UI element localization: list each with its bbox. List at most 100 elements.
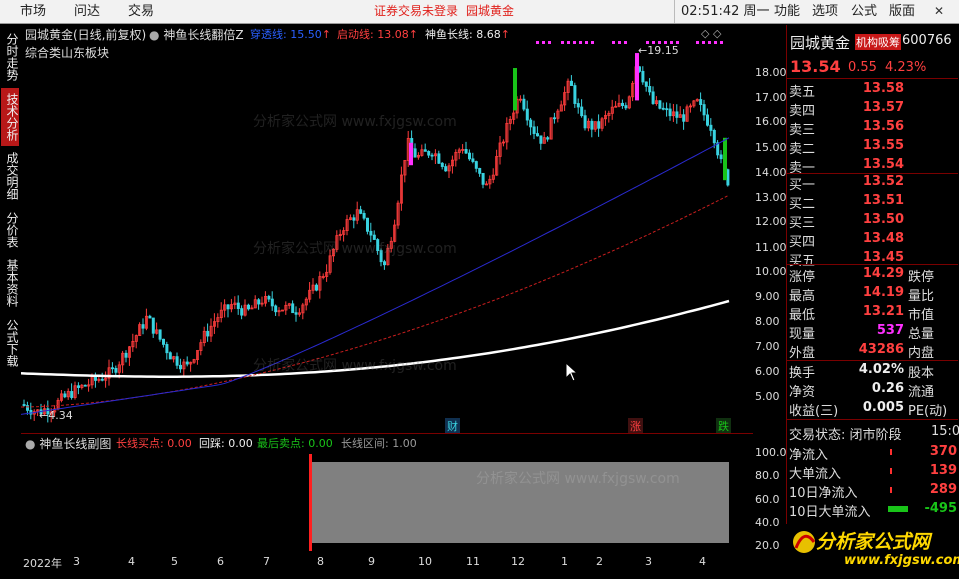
menu-stock-name: 园城黄金 (466, 4, 515, 18)
date-tick: 12 (511, 555, 525, 568)
candle (566, 78, 570, 101)
watermark-3: 分析家公式网 www.fxjgsw.com (253, 358, 457, 374)
candle (297, 308, 301, 317)
menu-options[interactable]: 选项 (812, 0, 838, 23)
chart-controls[interactable]: ◇ ◇ (701, 27, 721, 40)
menu-trade[interactable]: 交易 (128, 0, 154, 23)
side-tab-4[interactable]: 基本资料 (1, 255, 19, 311)
quote-tag[interactable]: 机构吸筹 (855, 34, 901, 50)
candle (549, 117, 553, 140)
side-tab-5[interactable]: 公式下载 (1, 313, 19, 373)
candle (471, 152, 475, 164)
bid-3-value: 13.48 (862, 231, 904, 246)
sub-indicator[interactable]: ● 神鱼长线副图 (25, 435, 111, 452)
flow-0-bar (890, 449, 892, 455)
price-tick: 17.00 (755, 91, 787, 104)
side-tab-3[interactable]: 分价表 (1, 206, 19, 253)
signal-dot (567, 41, 570, 44)
candle (570, 75, 574, 86)
menu-func[interactable]: 功能 (774, 0, 800, 23)
main-chart[interactable]: 园城黄金(日线,前复权) ● 神鱼长线翻倍Z 穿透线: 15.50↑ 启动线: … (21, 25, 753, 434)
sub-pullback: 回踩: 0.00 (199, 437, 253, 450)
side-tabs: 分时走势技术分析成交明细分价表基本资料公式下载 (0, 25, 20, 576)
candle (182, 359, 186, 377)
side-tab-2[interactable]: 成交明细 (1, 148, 19, 204)
candle (355, 201, 359, 225)
candle (246, 303, 250, 311)
side-tab-1[interactable]: 技术分析 (1, 88, 19, 146)
date-tick: 3 (73, 555, 80, 568)
candle (631, 80, 635, 102)
candle (488, 175, 492, 189)
menu-bar: 市场 问达 交易 证券交易未登录 园城黄金 02:51:42 周一 功能 选项 … (0, 0, 959, 24)
candle (675, 104, 679, 124)
flow-1-value: 139 (929, 463, 957, 478)
candle (522, 94, 526, 112)
finance-mark[interactable]: 财 (445, 418, 460, 434)
price-tick: 13.00 (755, 191, 787, 204)
candle (665, 102, 669, 117)
candle (260, 296, 264, 307)
candle (325, 264, 329, 282)
quote-panel: 园城黄金 机构吸筹 600766 13.54 0.55 4.23% 卖五 13.5… (786, 25, 959, 576)
limit-up-mark[interactable]: 涨 (628, 418, 643, 434)
menu-formula[interactable]: 公式 (851, 0, 877, 23)
sub-chart[interactable]: ● 神鱼长线副图 长线买点: 0.00 回踩: 0.00 最后卖点: 0.00 … (21, 433, 753, 551)
candle (83, 384, 87, 387)
stat2-0-label: 换手 (789, 366, 816, 381)
bid-0-label: 买一 (789, 178, 816, 193)
date-tick: 4 (699, 555, 706, 568)
candle (539, 135, 543, 150)
candle (145, 308, 149, 331)
flow-1-label: 大单流入 (789, 467, 842, 482)
panel-divider (787, 360, 958, 361)
candle (280, 309, 284, 312)
stat2-1-value: 0.26 (871, 381, 904, 396)
stat-0-label: 涨停 (789, 270, 816, 285)
signal-dot (585, 41, 588, 44)
window-close-button[interactable]: ✕ (930, 3, 948, 19)
stat-3-label: 现量 (789, 327, 816, 342)
price-tick: 18.00 (755, 66, 787, 79)
candle (604, 110, 608, 126)
signal-dot (573, 41, 576, 44)
date-tick: 9 (368, 555, 375, 568)
login-status[interactable]: 证券交易未登录 (374, 0, 458, 23)
candle (610, 99, 614, 120)
signal-dot (542, 41, 545, 44)
bid-0-value: 13.52 (862, 174, 904, 189)
menu-wenda[interactable]: 问达 (74, 0, 100, 23)
candle (304, 297, 308, 311)
candle (621, 99, 625, 109)
sub-range: 长线区间: 1.00 (341, 437, 417, 450)
stat-2-value: 13.21 (862, 304, 904, 319)
candle (165, 341, 169, 360)
logo-url: www.fxjgsw.com (844, 553, 959, 568)
ask-2-label: 卖三 (789, 123, 816, 138)
indicator-name[interactable]: ● 神鱼长线翻倍Z (149, 26, 244, 43)
candle (229, 298, 233, 313)
price-tick: 9.00 (755, 290, 780, 303)
candle (678, 106, 682, 118)
candle (614, 101, 618, 108)
candle (206, 323, 210, 342)
candle (726, 168, 730, 187)
candle (223, 299, 227, 318)
bid-1-label: 买二 (789, 197, 816, 212)
logo-text: 分析家公式网 (816, 531, 931, 553)
chart-title: 园城黄金(日线,前复权) (25, 28, 147, 42)
candle (627, 95, 631, 110)
menu-layout[interactable]: 版面 (889, 0, 915, 23)
panel-divider (787, 78, 958, 79)
date-axis: 2022年 3 4 5 6 7 8 9 10 11 12 1 2 3 4 (21, 551, 753, 576)
signal-dot (708, 41, 711, 44)
menu-market[interactable]: 市场 (20, 0, 46, 23)
candle (111, 362, 115, 374)
candle (352, 214, 356, 229)
ask-3-value: 13.55 (862, 138, 904, 153)
limit-down-mark[interactable]: 跌 (716, 418, 731, 434)
side-tab-0[interactable]: 分时走势 (1, 28, 19, 86)
candle (250, 305, 254, 310)
candle (257, 298, 261, 310)
candle (719, 150, 723, 164)
